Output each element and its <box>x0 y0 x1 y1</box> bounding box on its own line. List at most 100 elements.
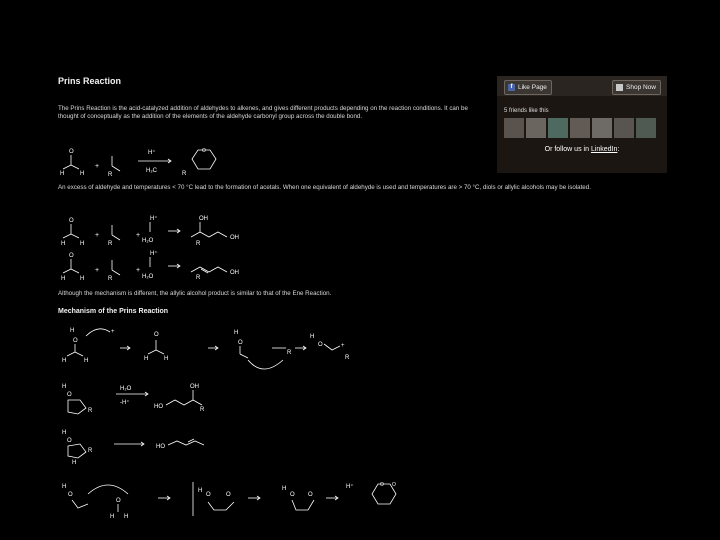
scheme-r-label: R <box>182 171 187 177</box>
shop-now-button[interactable]: Shop Now <box>612 80 661 95</box>
scheme-h-label: H <box>80 171 84 177</box>
social-widget: f Like Page Shop Now 5 friends like this… <box>497 76 667 173</box>
mech-reagent: H₂O <box>120 386 132 392</box>
scheme-reagent: H₂O <box>142 274 154 280</box>
scheme-h-label: H <box>60 171 64 177</box>
mech-h-label: H <box>72 460 76 466</box>
mech-o-label: O <box>308 492 313 498</box>
mech-o-label: O <box>67 438 72 444</box>
mech-h-label: H <box>70 328 74 334</box>
scheme-h-label: H <box>80 276 84 282</box>
mechanism-step-3: H O R H HO <box>62 430 205 466</box>
mechanism-step-4: H O O H H H O O H O O H⁺ O O <box>62 482 397 520</box>
scheme-plus: + <box>136 267 140 274</box>
scheme-r-label: R <box>108 172 113 178</box>
scheme-oh-label: OH <box>199 216 208 222</box>
mech-h-label: H <box>84 358 88 364</box>
friend-avatar[interactable] <box>614 118 634 138</box>
friend-avatar[interactable] <box>636 118 656 138</box>
mech-h-label: H <box>164 356 168 362</box>
intro-paragraph: The Prins Reaction is the acid-catalyzed… <box>58 105 468 120</box>
like-page-label: Like Page <box>518 84 547 91</box>
scheme-oh-label: OH <box>230 235 239 241</box>
mech-h-label: H <box>62 358 66 364</box>
scheme-o-label: O <box>69 218 74 224</box>
scheme-h-label: H <box>80 241 84 247</box>
scheme-h-label: H <box>61 241 65 247</box>
mech-r-label: R <box>287 350 292 356</box>
scheme-reagent-acid: H⁺ <box>150 250 158 257</box>
mech-o-label: O <box>116 498 121 504</box>
mech-h-label: H <box>310 334 314 340</box>
follow-suffix: : <box>617 146 620 153</box>
friend-avatars <box>504 118 662 138</box>
scheme-reagent: H₂O <box>142 238 154 244</box>
scheme-plus: + <box>95 163 99 170</box>
mech-ho-label: HO <box>156 444 165 450</box>
mech-o-label: O <box>154 332 159 338</box>
like-page-button[interactable]: f Like Page <box>504 80 552 95</box>
prins-scheme-diol: O H H + R + H⁺ H₂O OH R OH <box>61 215 239 247</box>
mech-h-label: H <box>62 384 66 390</box>
mechanism-title: Mechanism of the Prins Reaction <box>58 308 169 315</box>
facebook-icon: f <box>508 84 515 91</box>
scheme-reagent-acid: H⁺ <box>148 149 156 156</box>
friend-avatar[interactable] <box>526 118 546 138</box>
mech-ho-label: HO <box>154 404 163 410</box>
mech-h-label: H <box>110 514 114 520</box>
shop-now-label: Shop Now <box>626 84 656 91</box>
mechanism-step-1: H O H H + O H H H O R H O + R <box>62 328 350 370</box>
mech-reagent-deprotonate: -H⁺ <box>120 399 130 406</box>
mech-reagent-acid: H⁺ <box>346 483 354 490</box>
friend-avatar[interactable] <box>548 118 568 138</box>
mech-h-label: H <box>62 430 66 436</box>
scheme-reagent: H₂C <box>146 168 158 174</box>
mech-oh-label: OH <box>190 384 199 390</box>
scheme-r-label: R <box>196 275 201 281</box>
scheme-o-label: O <box>69 253 74 259</box>
linkedin-link[interactable]: LinkedIn <box>591 146 617 153</box>
mech-o-label: O <box>226 492 231 498</box>
scheme-r-label: R <box>108 276 113 282</box>
mech-o-label: O <box>290 492 295 498</box>
conditions-paragraph: An excess of aldehyde and temperatures <… <box>58 184 591 191</box>
scheme-plus: + <box>95 267 99 274</box>
mech-o-label: O <box>68 492 73 498</box>
ene-paragraph: Although the mechanism is different, the… <box>58 290 332 297</box>
prins-scheme-allylic: O H H + R + H⁺ H₂O R OH <box>61 250 239 282</box>
scheme-o-label: O <box>69 149 74 155</box>
widget-header: f Like Page Shop Now <box>497 76 667 96</box>
scheme-r-label: R <box>108 241 113 247</box>
mech-h-label: H <box>198 488 202 494</box>
scheme-plus: + <box>136 232 140 239</box>
mech-o-label: O <box>206 492 211 498</box>
mech-h-label: H <box>124 514 128 520</box>
mech-o-label: O <box>318 342 323 348</box>
mech-h-label: H <box>282 486 286 492</box>
friend-avatar[interactable] <box>570 118 590 138</box>
mech-r-label: R <box>345 355 350 361</box>
prins-scheme-intro: O H H + R H⁺ H₂C O R <box>60 148 217 178</box>
mech-plus: + <box>341 343 345 349</box>
mech-o-label: O <box>380 482 384 488</box>
friends-like-text: 5 friends like this <box>504 108 549 114</box>
mech-h-label: H <box>234 330 238 336</box>
mech-o-label: O <box>392 482 396 488</box>
friend-avatar[interactable] <box>592 118 612 138</box>
scheme-r-label: R <box>196 241 201 247</box>
shopping-bag-icon <box>616 84 623 91</box>
mech-r-label: R <box>200 407 205 413</box>
follow-prefix: Or follow us in <box>544 146 589 153</box>
mech-h-label: H <box>62 484 66 490</box>
mech-o-label: O <box>73 338 78 344</box>
mech-o-label: O <box>67 392 72 398</box>
scheme-ring-o: O <box>202 148 206 154</box>
mech-r-label: R <box>88 448 93 454</box>
mech-o-label: O <box>238 340 243 346</box>
mechanism-step-2: H O R H₂O -H⁺ HO OH R <box>62 384 205 415</box>
scheme-plus: + <box>95 232 99 239</box>
mech-r-label: R <box>88 408 93 414</box>
friend-avatar[interactable] <box>504 118 524 138</box>
mech-h-label: H <box>144 356 148 362</box>
mech-plus: + <box>111 329 115 335</box>
